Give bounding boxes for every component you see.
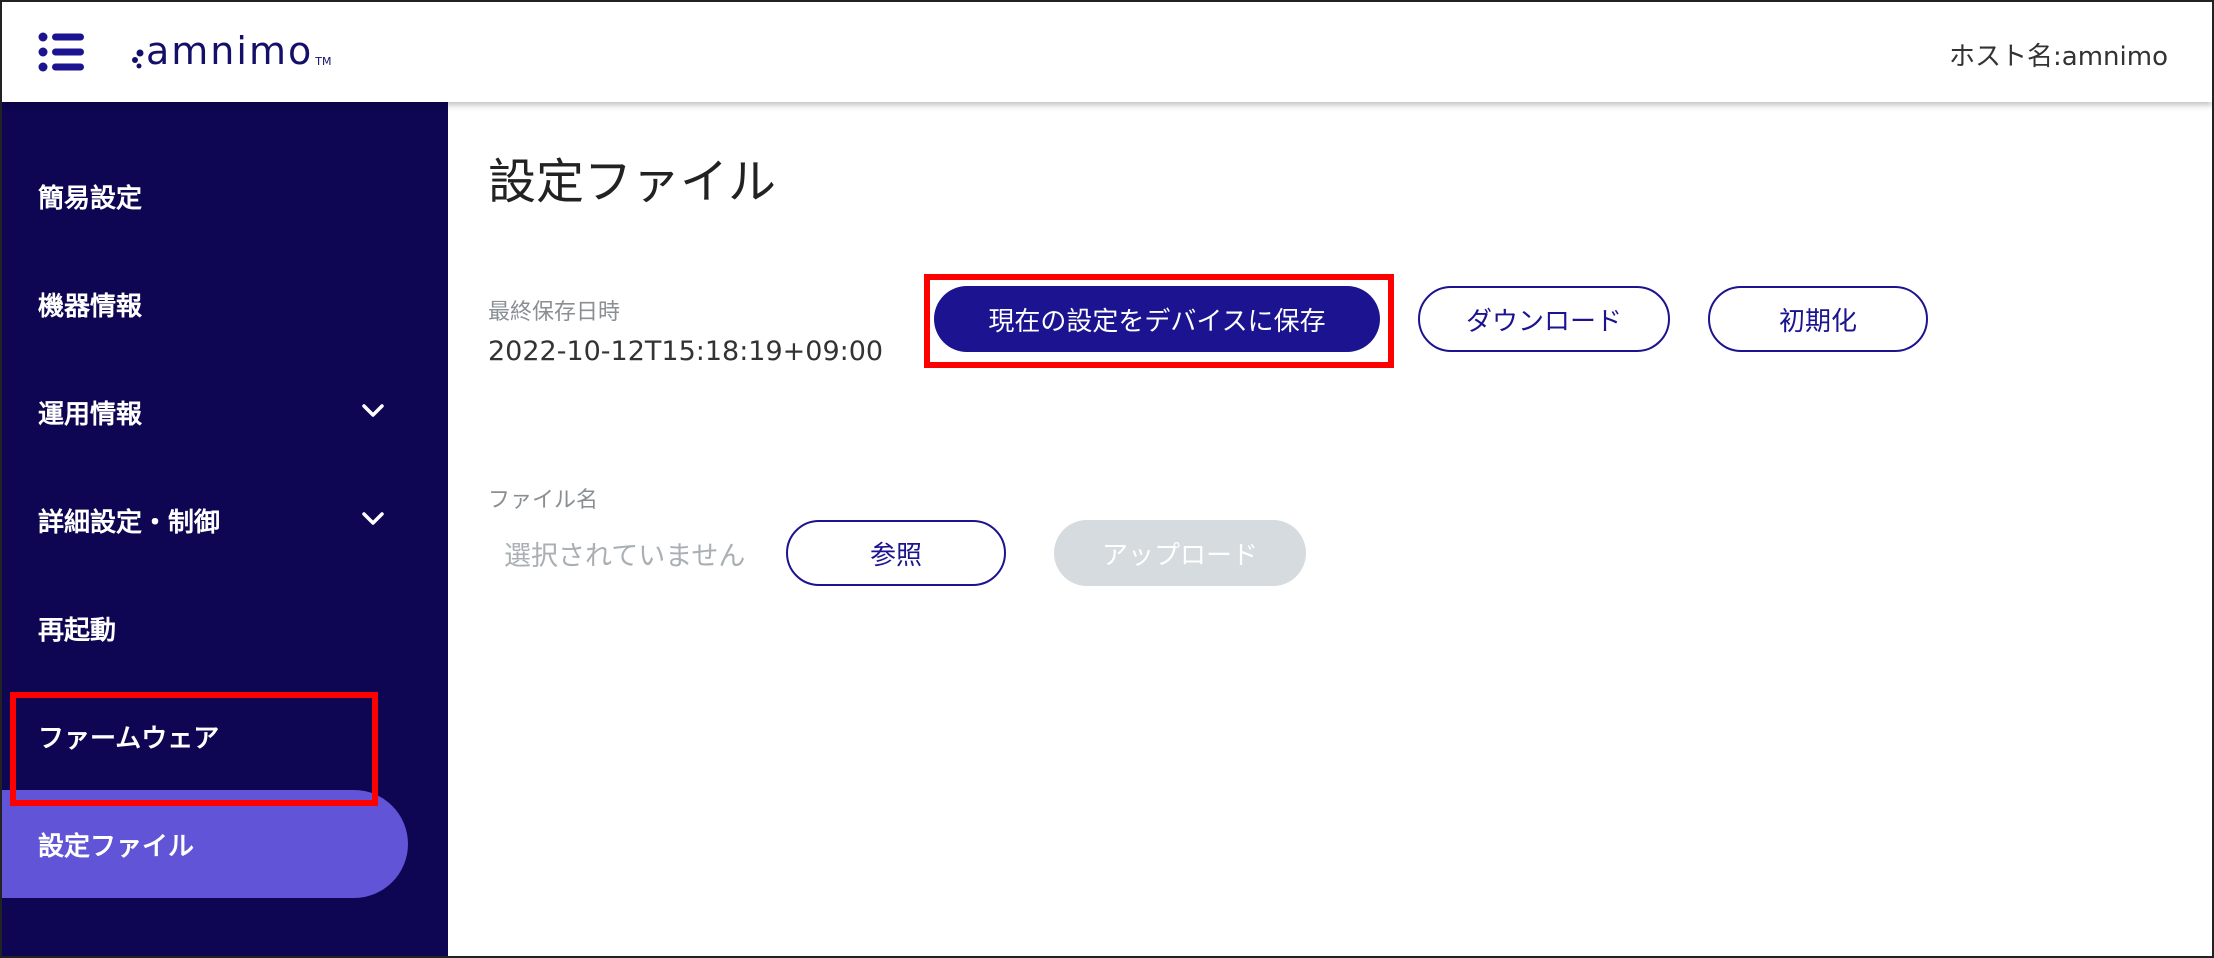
sidebar-item-reboot[interactable]: 再起動	[2, 574, 448, 682]
page-title: 設定ファイル	[488, 154, 777, 210]
download-button[interactable]: ダウンロード	[1418, 286, 1670, 352]
sidebar-item-simple-settings[interactable]: 簡易設定	[2, 142, 448, 250]
last-saved-value: 2022-10-12T15:18:19+09:00	[488, 336, 884, 367]
sidebar-item-advanced-settings[interactable]: 詳細設定・制御	[2, 466, 448, 574]
last-saved-label: 最終保存日時	[488, 300, 621, 325]
browse-button[interactable]: 参照	[786, 520, 1006, 586]
sidebar-item-label: 再起動	[38, 615, 117, 646]
file-status-text: 選択されていません	[504, 541, 746, 572]
amnimo-logo[interactable]: amnimo TM	[130, 28, 331, 74]
chevron-down-icon[interactable]	[358, 506, 388, 530]
upload-button[interactable]: アップロード	[1054, 520, 1306, 586]
logo-text: amnimo	[146, 29, 314, 73]
highlight-box-sidebar	[10, 692, 378, 806]
sidebar-item-label: 設定ファイル	[38, 831, 195, 862]
hostname-label: ホスト名:amnimo	[1949, 42, 2168, 72]
sidebar-item-operation-info[interactable]: 運用情報	[2, 358, 448, 466]
highlight-box-save	[924, 274, 1394, 368]
app-header: amnimo TM ホスト名:amnimo	[2, 2, 2212, 102]
sidebar-item-label: 詳細設定・制御	[38, 507, 221, 538]
logo-dots-icon	[132, 49, 144, 69]
sidebar: 簡易設定 機器情報 運用情報 詳細設定・制御 再起動 ファームウェア 設定ファイ…	[2, 102, 448, 956]
chevron-down-icon[interactable]	[358, 398, 388, 422]
file-name-label: ファイル名	[488, 488, 599, 513]
menu-icon[interactable]	[38, 32, 86, 72]
sidebar-item-device-info[interactable]: 機器情報	[2, 250, 448, 358]
sidebar-item-label: 運用情報	[38, 399, 143, 430]
logo-trademark: TM	[315, 55, 332, 68]
sidebar-item-label: 機器情報	[38, 291, 143, 322]
sidebar-item-label: 簡易設定	[38, 183, 143, 214]
reset-button[interactable]: 初期化	[1708, 286, 1928, 352]
sidebar-item-config-file[interactable]: 設定ファイル	[2, 790, 408, 898]
app-window: amnimo TM ホスト名:amnimo 簡易設定 機器情報 運用情報 詳細設…	[0, 0, 2214, 958]
